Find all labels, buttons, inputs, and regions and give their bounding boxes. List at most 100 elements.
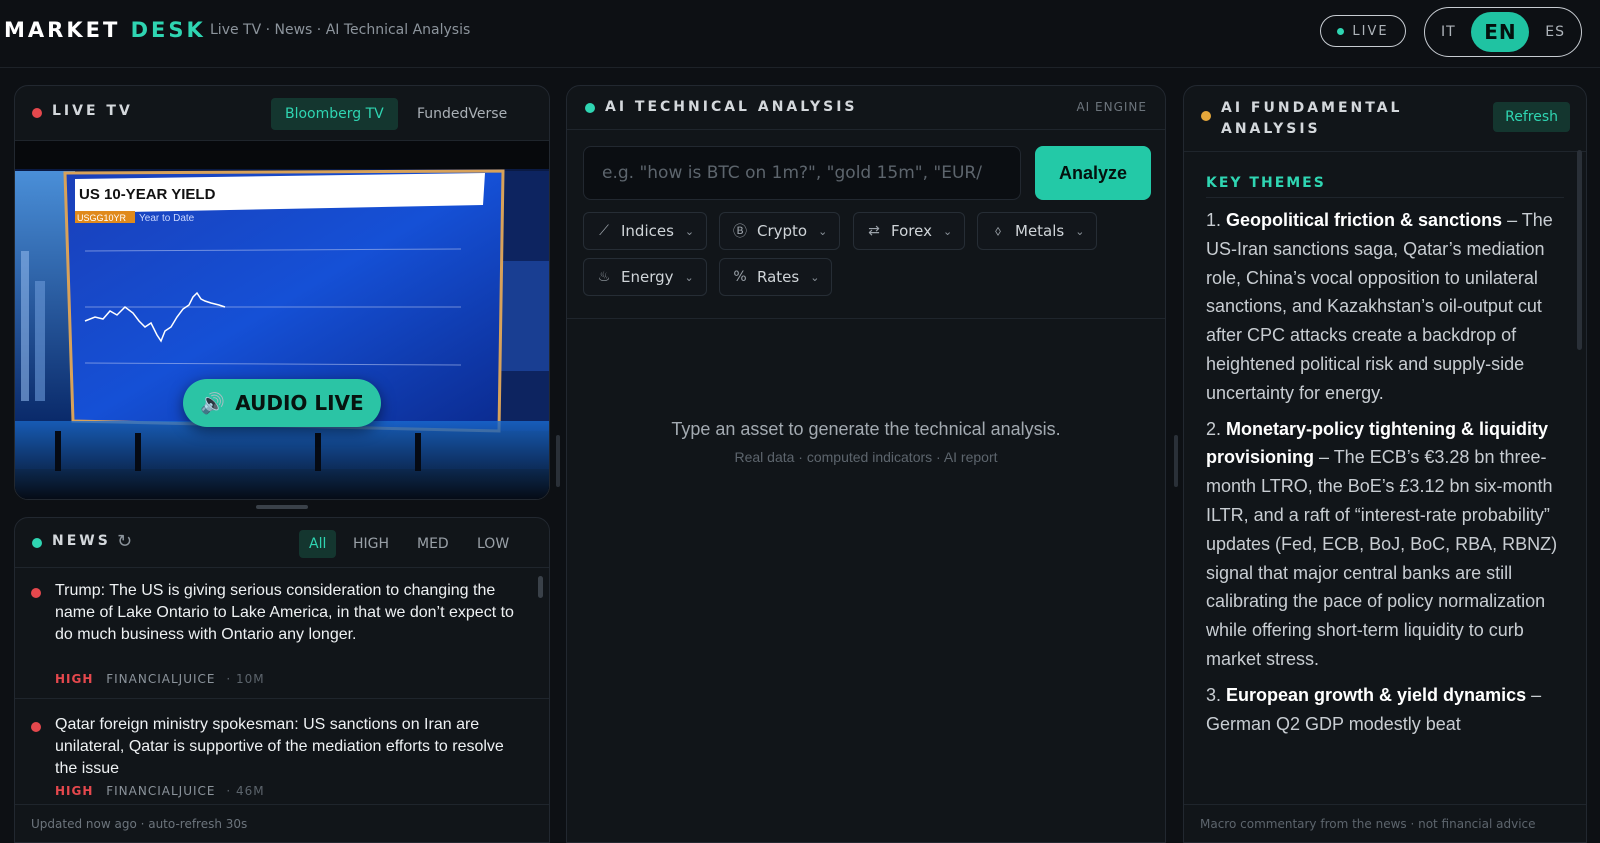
refresh-icon[interactable]: ↻ — [117, 531, 132, 552]
analyze-button[interactable]: Analyze — [1035, 146, 1151, 200]
chevron-down-icon: ⌄ — [818, 224, 828, 238]
speaker-icon: 🔊 — [200, 391, 226, 415]
fundamental-title: AI FUNDAMENTAL ANALYSIS — [1221, 100, 1403, 137]
chevron-down-icon: ⌄ — [810, 270, 820, 284]
lang-es-button[interactable]: ES — [1545, 24, 1565, 40]
technical-title: AI TECHNICAL ANALYSIS — [605, 99, 858, 115]
tab-bloomberg-tv[interactable]: Bloomberg TV — [271, 98, 398, 130]
theme-item: 2. Monetary-policy tightening & liquidit… — [1206, 415, 1560, 674]
coin-icon: Ⓑ — [733, 224, 747, 240]
top-bar: MARKET DESK Live TV · News · AI Technica… — [0, 0, 1600, 68]
news-headline: Trump: The US is giving serious consider… — [55, 582, 514, 643]
category-indices[interactable]: ⟋ Indices ⌄ — [583, 212, 708, 250]
empty-state-subtitle: Real data · computed indicators · AI rep… — [734, 449, 998, 465]
news-panel: NEWS ↻ All HIGH MED LOW Trump: The US is… — [14, 517, 550, 843]
breadcrumb: Live TV · News · AI Technical Analysis — [210, 22, 471, 38]
news-item[interactable]: Trump: The US is giving serious consider… — [31, 580, 533, 698]
filter-all[interactable]: All — [299, 530, 337, 558]
fundamental-scrollbar[interactable] — [1577, 150, 1582, 350]
importance-badge: HIGH — [55, 784, 94, 798]
asset-search-input[interactable] — [583, 146, 1021, 200]
fundamental-analysis-panel: AI FUNDAMENTAL ANALYSIS Refresh KEY THEM… — [1183, 85, 1587, 843]
video-chart-title: US 10-YEAR YIELD — [79, 186, 216, 203]
live-tv-dot-icon — [32, 108, 42, 118]
brand-part-1: MARKET — [4, 18, 121, 42]
theme-title: Geopolitical friction & sanctions — [1226, 210, 1503, 230]
category-energy[interactable]: ♨ Energy ⌄ — [583, 258, 707, 296]
chevron-down-icon: ⌄ — [1075, 224, 1085, 238]
chevron-down-icon: ⌄ — [942, 224, 953, 238]
flame-icon: ♨ — [597, 269, 611, 285]
technical-header: AI TECHNICAL ANALYSIS AI ENGINE — [567, 86, 1165, 130]
video-frame: US 10-YEAR YIELD USGG10YR Year to Date — [15, 141, 549, 499]
live-dot-icon — [1337, 27, 1345, 35]
category-metals[interactable]: ⬨ Metals ⌄ — [977, 212, 1098, 250]
lang-it-button[interactable]: IT — [1441, 24, 1456, 40]
swap-icon: ⇄ — [868, 223, 880, 239]
resize-handle[interactable] — [256, 505, 308, 509]
chevron-down-icon: ⌄ — [684, 270, 694, 284]
filter-high[interactable]: HIGH — [343, 530, 399, 558]
language-switch: IT EN ES — [1424, 7, 1582, 57]
live-tv-title: LIVE TV — [52, 103, 133, 119]
chevron-down-icon: ⌄ — [684, 224, 695, 238]
category-label: Forex — [891, 222, 932, 240]
panel-splitter[interactable] — [556, 435, 560, 487]
importance-badge: HIGH — [55, 672, 94, 686]
news-source: FINANCIALJUICE — [106, 672, 216, 686]
filter-low[interactable]: LOW — [467, 530, 519, 558]
video-ticker: USGG10YR — [77, 213, 127, 223]
audio-live-label: AUDIO LIVE — [235, 391, 364, 415]
key-themes-heading: KEY THEMES — [1206, 175, 1326, 191]
news-scrollbar[interactable] — [538, 576, 543, 598]
theme-title: European growth & yield dynamics — [1226, 684, 1527, 705]
category-label: Indices — [621, 222, 674, 240]
video-player[interactable]: US 10-YEAR YIELD USGG10YR Year to Date 🔊… — [15, 141, 549, 499]
theme-number: 3. — [1206, 684, 1222, 705]
fundamental-dot-icon — [1201, 111, 1211, 121]
news-item[interactable]: Qatar foreign ministry spokesman: US san… — [31, 714, 533, 804]
category-rates[interactable]: % Rates ⌄ — [719, 258, 833, 296]
news-meta: HIGH FINANCIALJUICE · 46M — [55, 784, 265, 798]
brand-logo: MARKET DESK — [4, 18, 206, 42]
filter-med[interactable]: MED — [407, 530, 459, 558]
high-importance-dot-icon — [31, 722, 41, 732]
category-label: Rates — [757, 268, 800, 286]
news-header: NEWS ↻ All HIGH MED LOW — [15, 518, 549, 568]
theme-item: 3. European growth & yield dynamics – Ge… — [1206, 681, 1560, 739]
category-forex[interactable]: ⇄ Forex ⌄ — [853, 212, 966, 250]
technical-analysis-panel: AI TECHNICAL ANALYSIS AI ENGINE Analyze … — [566, 85, 1166, 843]
divider — [1206, 197, 1564, 198]
video-subtitle: Year to Date — [139, 213, 195, 224]
fundamental-footer: Macro commentary from the news · not fin… — [1184, 804, 1586, 842]
percent-icon: % — [733, 269, 747, 285]
theme-body: – The ECB’s €3.28 bn three-month LTRO, t… — [1206, 447, 1558, 669]
category-label: Energy — [621, 268, 674, 286]
news-headline: Qatar foreign ministry spokesman: US san… — [55, 716, 504, 777]
news-dot-icon — [32, 538, 42, 548]
news-age: · 10M — [226, 672, 265, 686]
live-indicator[interactable]: LIVE — [1320, 15, 1406, 47]
tab-fundedverse[interactable]: FundedVerse — [403, 98, 521, 130]
news-meta: HIGH FINANCIALJUICE · 10M — [55, 672, 265, 686]
brand-part-2: DESK — [130, 18, 206, 42]
live-tv-panel: LIVE TV Bloomberg TV FundedVerse US 10-Y… — [14, 85, 550, 500]
themes-list: 1. Geopolitical friction & sanctions – T… — [1206, 206, 1560, 745]
theme-body: – The US-Iran sanctions saga, Qatar’s me… — [1206, 210, 1553, 403]
theme-number: 1. — [1206, 210, 1222, 230]
lang-en-button[interactable]: EN — [1471, 12, 1530, 52]
category-crypto[interactable]: Ⓑ Crypto ⌄ — [719, 212, 841, 250]
news-title: NEWS — [52, 533, 111, 549]
technical-dot-icon — [585, 103, 595, 113]
ai-engine-label: AI ENGINE — [1076, 100, 1147, 114]
news-source: FINANCIALJUICE — [106, 784, 216, 798]
category-label: Crypto — [757, 222, 808, 240]
live-label: LIVE — [1352, 23, 1389, 39]
chart-line-icon: ⟋ — [599, 223, 609, 239]
empty-state-title: Type an asset to generate the technical … — [671, 419, 1061, 439]
panel-splitter[interactable] — [1174, 435, 1178, 487]
refresh-button[interactable]: Refresh — [1493, 102, 1570, 132]
fundamental-header: AI FUNDAMENTAL ANALYSIS Refresh — [1184, 86, 1586, 152]
theme-number: 2. — [1206, 418, 1222, 439]
audio-live-button[interactable]: 🔊 AUDIO LIVE — [183, 379, 381, 427]
